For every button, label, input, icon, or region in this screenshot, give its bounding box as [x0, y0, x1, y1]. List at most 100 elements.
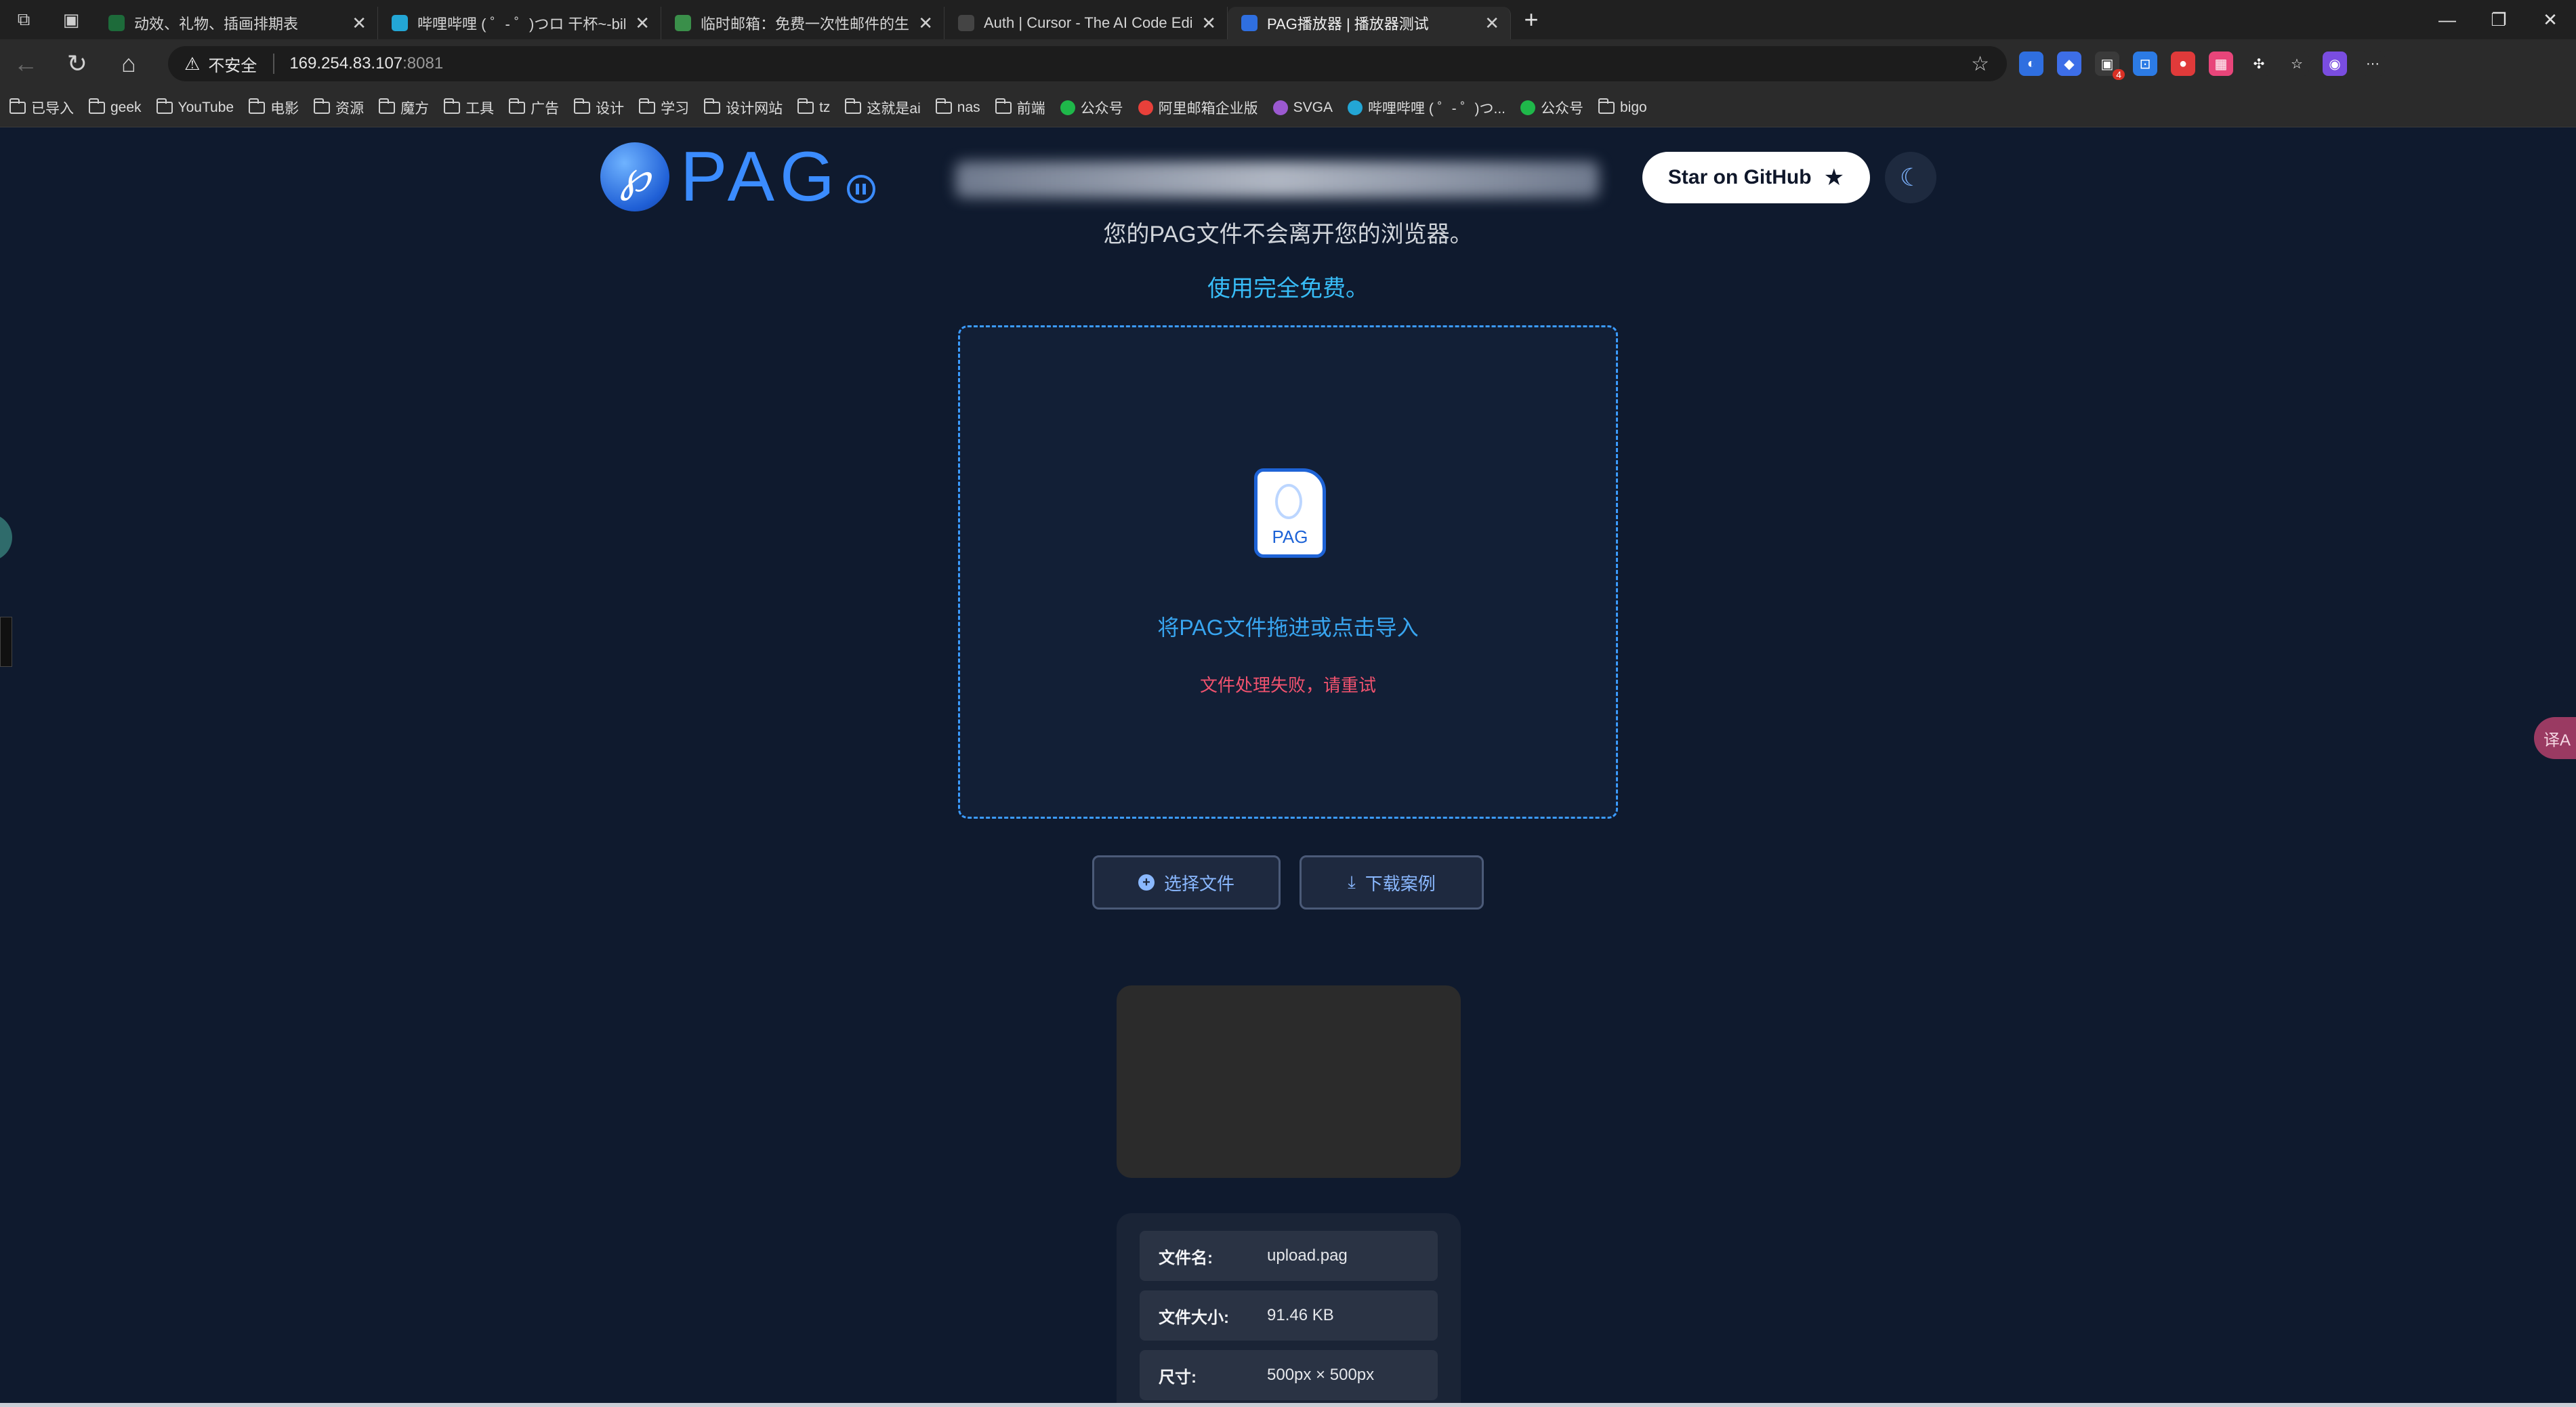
- bookmark-item[interactable]: 前端: [995, 98, 1045, 118]
- gamepad-ext-icon[interactable]: ▣ 4: [2095, 52, 2125, 80]
- bookmark-item[interactable]: 公众号: [1520, 98, 1583, 118]
- bookmark-item[interactable]: 哔哩哔哩 ( ゜- ゜)つ...: [1348, 98, 1505, 118]
- bookmark-label: 阿里邮箱企业版: [1158, 100, 1258, 117]
- folder-icon: [935, 98, 952, 114]
- bookmark-item[interactable]: 电影: [249, 98, 299, 118]
- bookmark-item[interactable]: 工具: [444, 98, 494, 118]
- more-icon[interactable]: ···: [2361, 52, 2385, 76]
- puzzle-ext-icon[interactable]: ✣: [2247, 52, 2271, 76]
- bookmark-item[interactable]: 魔方: [379, 98, 429, 118]
- browser-tab[interactable]: PAG播放器 | 播放器测试 ✕: [1228, 7, 1511, 39]
- minimize-button[interactable]: —: [2422, 0, 2473, 39]
- tab-title: Auth | Cursor - The AI Code Editor: [984, 14, 1192, 31]
- star-icon: ★: [1823, 165, 1845, 190]
- pink-ext-icon[interactable]: ▦: [2209, 52, 2233, 76]
- folder-icon: [444, 98, 461, 114]
- workspaces-icon[interactable]: ⧉: [0, 0, 47, 39]
- extension-badge: 4: [2113, 69, 2125, 80]
- address-bar[interactable]: ⚠ 不安全 169.254.83.107:8081 ☆: [168, 46, 2007, 81]
- pause-icon[interactable]: [846, 175, 875, 203]
- bookmark-item[interactable]: 这就是ai: [845, 98, 921, 118]
- bookmark-item[interactable]: 阿里邮箱企业版: [1138, 98, 1258, 118]
- github-star-button[interactable]: Star on GitHub ★: [1642, 152, 1870, 203]
- bookmark-label: geek: [110, 99, 142, 115]
- home-button[interactable]: ⌂: [103, 49, 154, 78]
- bookmark-item[interactable]: 设计: [574, 98, 624, 118]
- close-tab-icon[interactable]: ✕: [918, 13, 933, 34]
- bookmark-item[interactable]: 公众号: [1060, 98, 1123, 118]
- browser-tab[interactable]: 动效、礼物、插画排期表 ✕: [95, 7, 378, 39]
- pag-logo[interactable]: ℘ PAG: [600, 138, 875, 216]
- folder-icon: [797, 98, 814, 114]
- bottom-edge: [0, 1403, 2576, 1407]
- error-message: 文件处理失败，请重试: [1199, 675, 1376, 695]
- pag-logo-text: PAG: [680, 137, 840, 216]
- select-file-label: 选择文件: [1163, 873, 1234, 894]
- folder-icon: [845, 98, 862, 114]
- favorites-icon[interactable]: ☆: [2285, 52, 2309, 76]
- side-floating-button[interactable]: [0, 514, 12, 561]
- close-tab-icon[interactable]: ✕: [1484, 13, 1499, 34]
- file-info-panel: 文件名: upload.pag 文件大小: 91.46 KB 尺寸: 500px…: [1117, 1213, 1461, 1407]
- tab-favicon-icon: [1241, 15, 1258, 31]
- download-sample-label: 下载案例: [1365, 873, 1436, 894]
- folder-icon: [379, 98, 396, 114]
- bookmark-item[interactable]: SVGA: [1272, 99, 1333, 116]
- extensions-area: ◐ ◆ ▣ 4 ⊡ ● ▦ ✣ ☆ ◉ ···: [2019, 39, 2385, 88]
- folder-icon: [704, 98, 721, 114]
- bookmark-label: 前端: [1016, 100, 1045, 117]
- site-favicon-icon: [1272, 100, 1288, 115]
- bookmark-label: 魔方: [400, 100, 430, 117]
- new-tab-button[interactable]: +: [1511, 0, 1552, 39]
- browser-tab[interactable]: Auth | Cursor - The AI Code Editor ✕: [944, 7, 1228, 39]
- bookmark-item[interactable]: geek: [89, 98, 142, 116]
- site-favicon-icon: [1060, 100, 1075, 115]
- tab-favicon-icon: [392, 15, 408, 31]
- bookmark-label: 学习: [661, 100, 690, 117]
- close-tab-icon[interactable]: ✕: [1201, 13, 1216, 34]
- bookmark-item[interactable]: bigo: [1598, 98, 1647, 116]
- browser-tab[interactable]: 哔哩哔哩 ( ゜- ゜)つロ 干杯~-bilibili ✕: [378, 7, 661, 39]
- side-edge-tab[interactable]: [0, 617, 12, 667]
- dropzone-prompt: 将PAG文件拖进或点击导入: [1157, 615, 1419, 640]
- security-label[interactable]: 不安全: [208, 52, 257, 76]
- folder-icon: [509, 98, 526, 114]
- bookmark-star-icon[interactable]: ☆: [1971, 52, 1989, 76]
- bookmark-item[interactable]: 资源: [314, 98, 364, 118]
- translate-ext-icon[interactable]: ⊡: [2133, 52, 2157, 76]
- theme-toggle-button[interactable]: ☾: [1885, 152, 1936, 203]
- shield-ext-icon[interactable]: ◆: [2057, 52, 2081, 76]
- bookmark-item[interactable]: tz: [797, 98, 830, 116]
- bookmark-label: SVGA: [1293, 99, 1333, 115]
- bookmark-label: 哔哩哔哩 ( ゜- ゜)つ...: [1368, 100, 1505, 117]
- reload-button[interactable]: ↻: [51, 49, 103, 78]
- browser-tab[interactable]: 临时邮箱：免费一次性邮件的生成器 ✕: [661, 7, 944, 39]
- profile-avatar[interactable]: ◉: [2323, 52, 2347, 76]
- bookmark-item[interactable]: YouTube: [156, 98, 234, 116]
- file-icon-label: PAG: [1272, 527, 1308, 547]
- close-window-button[interactable]: ✕: [2525, 0, 2576, 39]
- download-sample-button[interactable]: ⤓ 下载案例: [1300, 855, 1484, 910]
- window-controls: — ❐ ✕: [2422, 0, 2576, 39]
- file-info-value: upload.pag: [1267, 1246, 1348, 1265]
- edge-ext-icon[interactable]: ◐: [2019, 52, 2043, 76]
- close-tab-icon[interactable]: ✕: [352, 13, 367, 34]
- tab-list: 动效、礼物、插画排期表 ✕ 哔哩哔哩 ( ゜- ゜)つロ 干杯~-bilibili ✕…: [95, 0, 1511, 39]
- bookmark-item[interactable]: 已导入: [9, 98, 74, 118]
- tab-favicon-icon: [675, 15, 691, 31]
- back-button[interactable]: ←: [0, 49, 51, 78]
- bookmark-label: 这就是ai: [867, 100, 921, 117]
- close-tab-icon[interactable]: ✕: [635, 13, 650, 34]
- file-dropzone[interactable]: PAG 将PAG文件拖进或点击导入 文件处理失败，请重试: [958, 325, 1618, 819]
- warning-icon[interactable]: ⚠: [184, 54, 200, 75]
- select-file-button[interactable]: + 选择文件: [1092, 855, 1281, 910]
- restore-button[interactable]: ❐: [2473, 0, 2525, 39]
- translate-widget-button[interactable]: 译A: [2534, 717, 2576, 759]
- bookmark-item[interactable]: 学习: [639, 98, 689, 118]
- bookmark-item[interactable]: nas: [935, 98, 980, 116]
- bookmark-item[interactable]: 设计网站: [704, 98, 783, 118]
- tab-actions-icon[interactable]: ▣: [47, 0, 95, 39]
- red-ext-icon[interactable]: ●: [2171, 52, 2195, 76]
- player-preview[interactable]: [1117, 985, 1461, 1178]
- bookmark-item[interactable]: 广告: [509, 98, 559, 118]
